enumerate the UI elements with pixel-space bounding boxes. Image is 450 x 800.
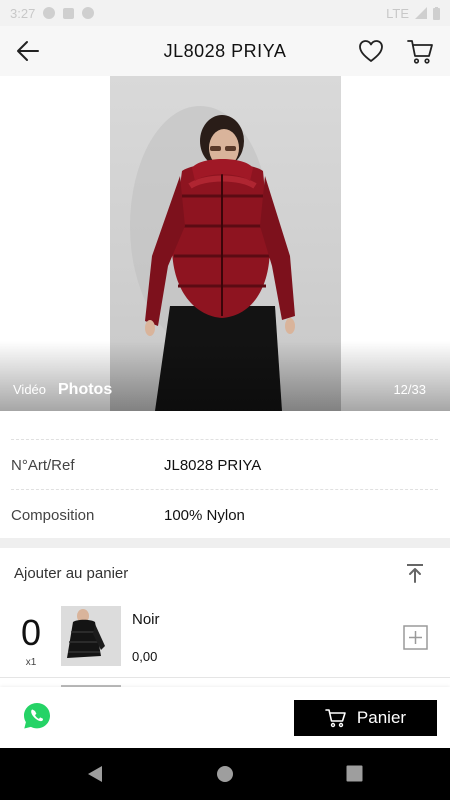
network-type: LTE	[386, 5, 409, 21]
product-specs: N°Art/Ref JL8028 PRIYA Composition 100% …	[0, 411, 450, 538]
back-arrow-icon[interactable]	[14, 38, 42, 64]
collapse-up-icon[interactable]	[404, 562, 426, 584]
photos-tab[interactable]: Photos	[58, 381, 112, 399]
variant-color: Noir	[132, 611, 160, 628]
system-nav-bar	[0, 748, 450, 800]
gallery-shade	[0, 341, 450, 411]
divider	[0, 677, 450, 678]
video-tab[interactable]: Vidéo	[13, 382, 46, 397]
product-gallery[interactable]: Vidéo Photos 12/33	[0, 76, 450, 411]
variant-row: 0 x1 Noir 0,00	[0, 600, 450, 678]
section-divider	[0, 538, 450, 548]
favorite-heart-icon[interactable]	[357, 38, 385, 64]
spec-row-reference: N°Art/Ref JL8028 PRIYA	[11, 440, 438, 490]
variant-model-figure	[61, 606, 121, 666]
cart-button[interactable]: Panier	[294, 700, 437, 736]
bottom-action-bar: Panier	[0, 687, 450, 748]
notification-icon	[63, 7, 75, 19]
add-to-cart-header: Ajouter au panier	[0, 548, 450, 598]
quantity-multiplier: x1	[25, 657, 37, 668]
spec-row-composition: Composition 100% Nylon	[11, 490, 438, 540]
cart-icon[interactable]	[405, 36, 435, 66]
spec-key: Composition	[11, 506, 95, 524]
cart-button-label: Panier	[356, 708, 407, 727]
cart-icon	[325, 709, 346, 728]
battery-icon	[433, 6, 440, 20]
nav-back-icon[interactable]	[86, 765, 104, 783]
signal-icon	[415, 7, 427, 19]
quantity-value[interactable]: 0	[14, 612, 48, 654]
spec-key: N°Art/Ref	[11, 456, 75, 474]
photo-counter: 12/33	[393, 382, 426, 397]
variant-price: 0,00	[132, 649, 158, 664]
whatsapp-icon[interactable]	[22, 701, 52, 731]
add-to-cart-title: Ajouter au panier	[14, 564, 129, 582]
notification-icon	[82, 7, 95, 19]
status-bar: 3:27 LTE	[0, 0, 450, 26]
spec-value: 100% Nylon	[164, 506, 245, 524]
add-plus-icon[interactable]	[403, 625, 428, 650]
top-app-bar: JL8028 PRIYA	[0, 26, 450, 76]
variant-thumbnail[interactable]	[61, 606, 121, 666]
spec-value: JL8028 PRIYA	[164, 456, 262, 474]
nav-home-icon[interactable]	[216, 765, 234, 783]
notification-icon	[43, 7, 56, 19]
status-time: 3:27	[10, 5, 36, 21]
nav-recents-icon[interactable]	[346, 765, 363, 782]
